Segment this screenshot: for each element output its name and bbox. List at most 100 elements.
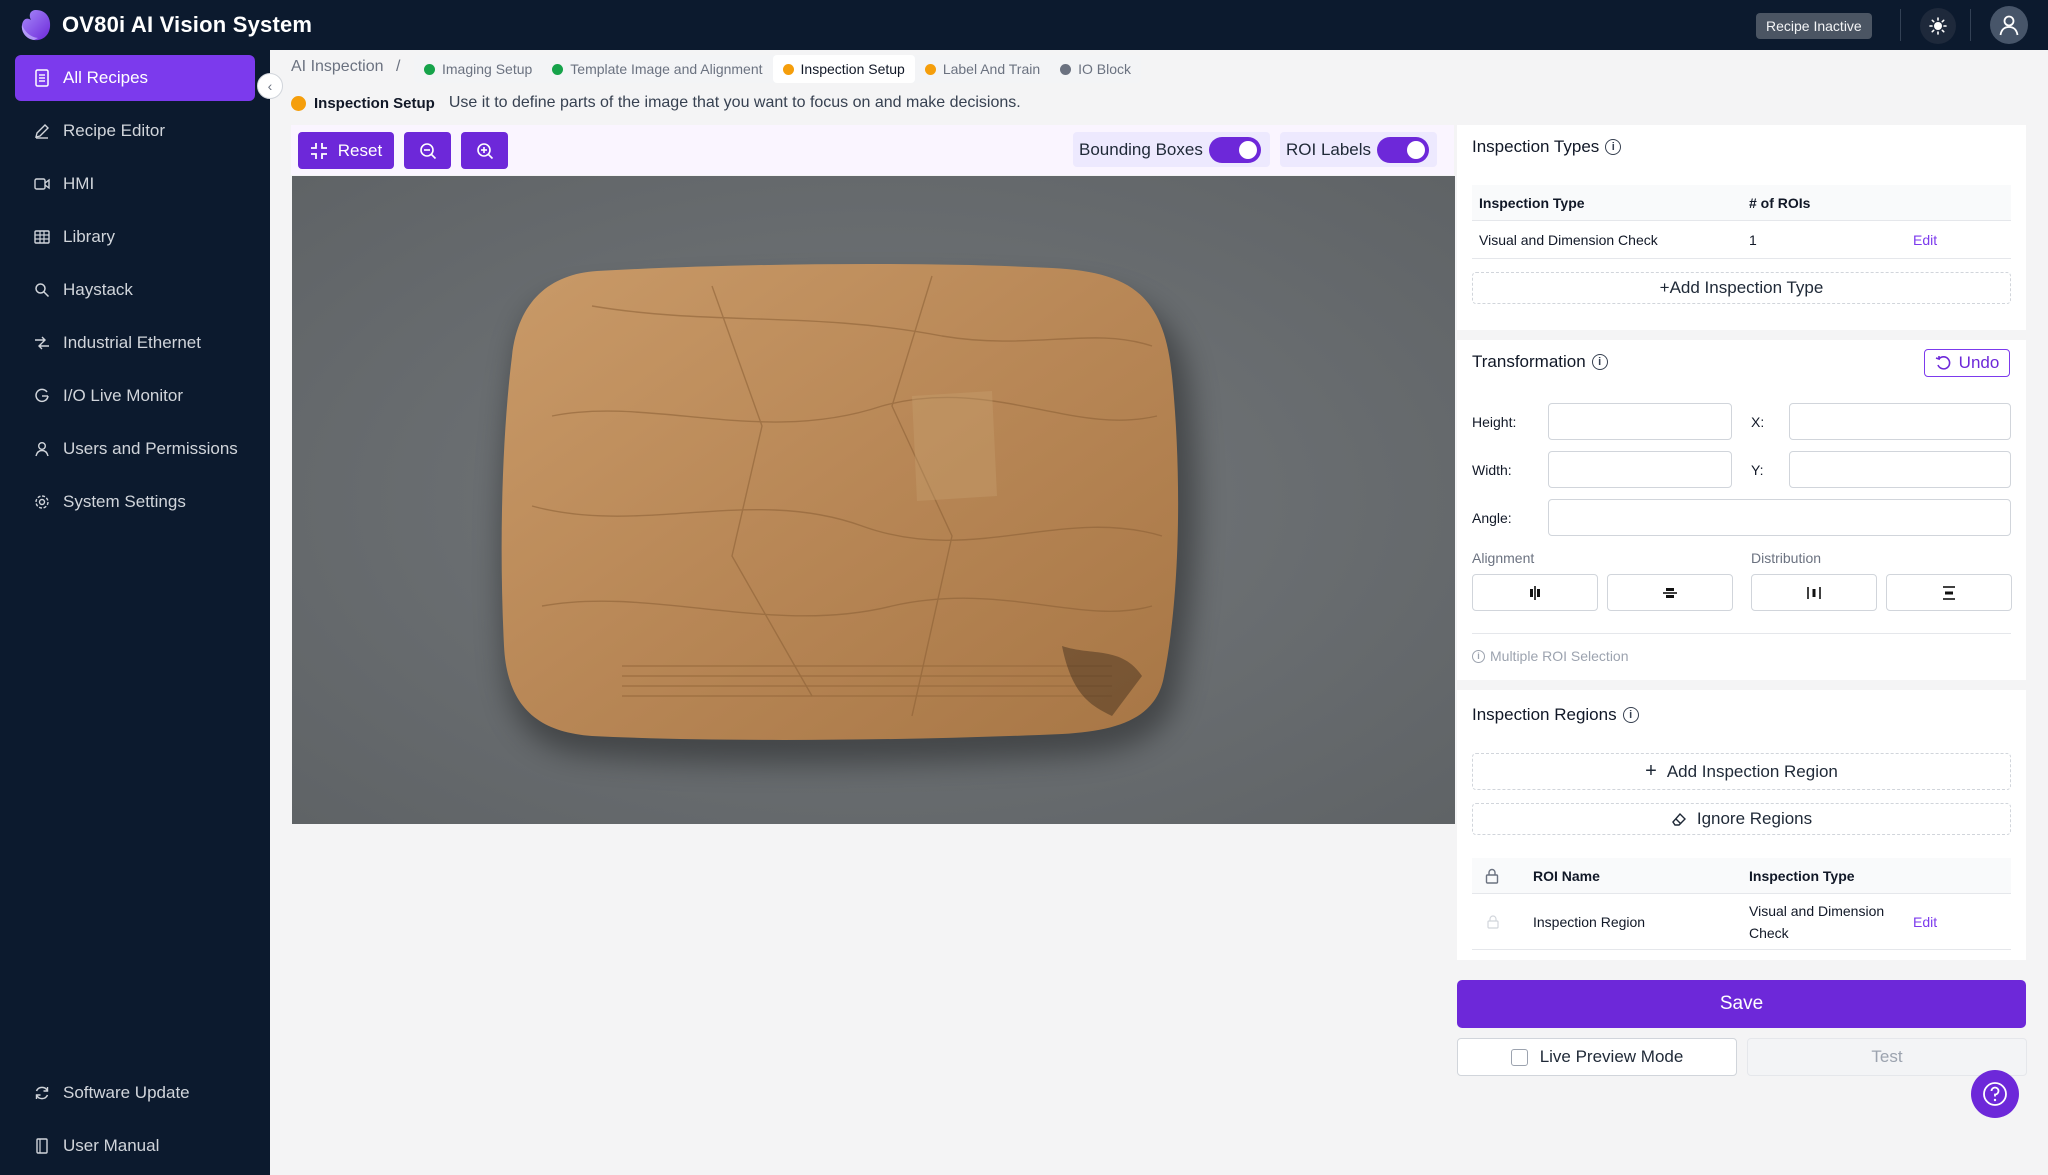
sidebar-item-label: Industrial Ethernet <box>63 333 201 352</box>
add-inspection-region-button[interactable]: + Add Inspection Region <box>1472 753 2011 790</box>
x-label: X: <box>1751 414 1765 430</box>
y-label: Y: <box>1751 462 1764 478</box>
image-toolbar: Reset Bounding Boxes ROI Labels <box>291 125 1454 175</box>
step-description: Use it to define parts of the image that… <box>448 94 1021 111</box>
bounding-boxes-label: Bounding Boxes <box>1079 139 1203 159</box>
eraser-icon <box>1671 812 1686 826</box>
table-icon <box>33 228 51 246</box>
search-icon <box>33 281 51 299</box>
inspection-type-name: Visual and Dimension Check <box>1479 231 1658 248</box>
zoom-out-button[interactable] <box>404 132 451 169</box>
edit-link[interactable]: Edit <box>1913 221 1937 258</box>
sidebar-item-library[interactable]: Library <box>15 214 255 260</box>
roi-type-line: Check <box>1749 924 1789 941</box>
roi-labels-toggle-group: ROI Labels <box>1280 132 1437 167</box>
tab-inspection-setup[interactable]: Inspection Setup <box>772 55 915 83</box>
sidebar-item-software-update[interactable]: Software Update <box>15 1070 255 1116</box>
edit-link[interactable]: Edit <box>1913 894 1937 949</box>
bounding-boxes-toggle[interactable] <box>1208 136 1261 163</box>
cardboard-box-image <box>292 176 1455 824</box>
angle-input[interactable] <box>1548 499 2011 536</box>
sidebar-item-industrial-ethernet[interactable]: Industrial Ethernet <box>15 320 255 366</box>
status-dot <box>782 63 794 75</box>
help-button[interactable] <box>1971 1070 2019 1118</box>
tab-template-image-and-alignment[interactable]: Template Image and Alignment <box>542 55 772 83</box>
live-preview-label: Live Preview Mode <box>1539 1047 1684 1066</box>
user-menu-button[interactable] <box>1990 6 2028 44</box>
step-tabs: Imaging Setup Template Image and Alignme… <box>414 55 1142 83</box>
sidebar-item-users-and-permissions[interactable]: Users and Permissions <box>15 426 255 472</box>
x-input[interactable] <box>1789 403 2011 440</box>
refresh-icon <box>33 1084 51 1102</box>
divider <box>1472 633 2011 634</box>
reset-button[interactable]: Reset <box>298 132 394 169</box>
transformation-title: Transformation i <box>1472 352 1608 372</box>
sidebar-item-recipe-editor[interactable]: Recipe Editor <box>15 108 255 154</box>
sidebar-item-hmi[interactable]: HMI <box>15 161 255 207</box>
roi-labels-label: ROI Labels <box>1286 139 1372 159</box>
tab-io-block[interactable]: IO Block <box>1050 55 1141 83</box>
distribute-vertical-button[interactable] <box>1886 574 2012 611</box>
sidebar-item-label: User Manual <box>63 1136 160 1155</box>
width-input[interactable] <box>1548 451 1732 488</box>
table-row: Inspection Region Visual and Dimension C… <box>1472 894 2011 950</box>
inspection-image-canvas[interactable] <box>292 176 1455 824</box>
distribute-horizontal-button[interactable] <box>1751 574 1877 611</box>
theme-toggle-button[interactable] <box>1920 8 1956 44</box>
sidebar-item-label: Haystack <box>63 280 133 299</box>
inspection-types-title: Inspection Types i <box>1472 137 1622 157</box>
live-preview-mode-toggle[interactable]: Live Preview Mode <box>1457 1038 1737 1076</box>
angle-label: Angle: <box>1472 510 1512 526</box>
info-icon[interactable]: i <box>1622 707 1639 723</box>
align-vertical-center-button[interactable] <box>1607 574 1733 611</box>
unlock-icon <box>1487 914 1499 929</box>
info-icon[interactable]: i <box>1605 139 1622 155</box>
inspection-regions-title: Inspection Regions i <box>1472 705 1639 725</box>
sidebar-item-label: Users and Permissions <box>63 439 238 458</box>
tab-label-and-train[interactable]: Label And Train <box>915 55 1050 83</box>
info-icon[interactable]: i <box>1591 354 1608 370</box>
test-button[interactable]: Test <box>1747 1038 2027 1076</box>
panel-title-text: Transformation <box>1472 352 1586 371</box>
inspection-regions-panel: Inspection Regions i + Add Inspection Re… <box>1457 690 2026 960</box>
sidebar-item-io-live-monitor[interactable]: I/O Live Monitor <box>15 373 255 419</box>
tab-imaging-setup[interactable]: Imaging Setup <box>414 55 542 83</box>
sidebar-item-user-manual[interactable]: User Manual <box>15 1123 255 1169</box>
user-icon <box>33 440 51 458</box>
roi-name: Inspection Region <box>1533 913 1646 930</box>
sidebar-item-system-settings[interactable]: System Settings <box>15 479 255 525</box>
lock-toggle[interactable] <box>1487 894 1499 949</box>
live-preview-checkbox[interactable] <box>1510 1048 1528 1066</box>
distribute-horizontal-icon <box>1807 586 1821 599</box>
sidebar-item-label: System Settings <box>63 492 186 511</box>
sidebar-item-haystack[interactable]: Haystack <box>15 267 255 313</box>
recipe-status-badge: Recipe Inactive <box>1756 13 1872 39</box>
status-dot <box>552 63 564 75</box>
book-icon <box>33 1137 51 1155</box>
monitor-icon <box>33 387 51 405</box>
roi-inspection-type: Visual and Dimension Check <box>1749 894 1884 949</box>
sidebar-item-label: Library <box>63 227 115 246</box>
breadcrumb-root[interactable]: AI Inspection <box>291 58 384 75</box>
tab-label: IO Block <box>1078 61 1132 77</box>
info-icon: i <box>1472 649 1485 663</box>
lock-icon <box>1485 858 1499 893</box>
undo-button[interactable]: Undo <box>1924 349 2010 377</box>
add-region-label: Add Inspection Region <box>1666 761 1838 781</box>
sidebar: All Recipes Recipe Editor HMI Library Ha… <box>0 50 270 1175</box>
sidebar-collapse-button[interactable]: ‹ <box>257 73 283 99</box>
height-input[interactable] <box>1548 403 1732 440</box>
add-inspection-type-button[interactable]: +Add Inspection Type <box>1472 272 2011 304</box>
align-horizontal-center-button[interactable] <box>1472 574 1598 611</box>
zoom-out-icon <box>419 142 436 159</box>
zoom-in-button[interactable] <box>461 132 508 169</box>
sidebar-item-all-recipes[interactable]: All Recipes <box>15 55 255 101</box>
distribution-label: Distribution <box>1751 550 1822 566</box>
y-input[interactable] <box>1789 451 2011 488</box>
save-button[interactable]: Save <box>1457 980 2026 1028</box>
step-title: Inspection Setup <box>314 94 435 112</box>
roi-labels-toggle[interactable] <box>1377 136 1430 163</box>
status-dot <box>924 63 936 75</box>
roi-count: 1 <box>1749 231 1757 248</box>
ignore-regions-button[interactable]: Ignore Regions <box>1472 803 2011 835</box>
